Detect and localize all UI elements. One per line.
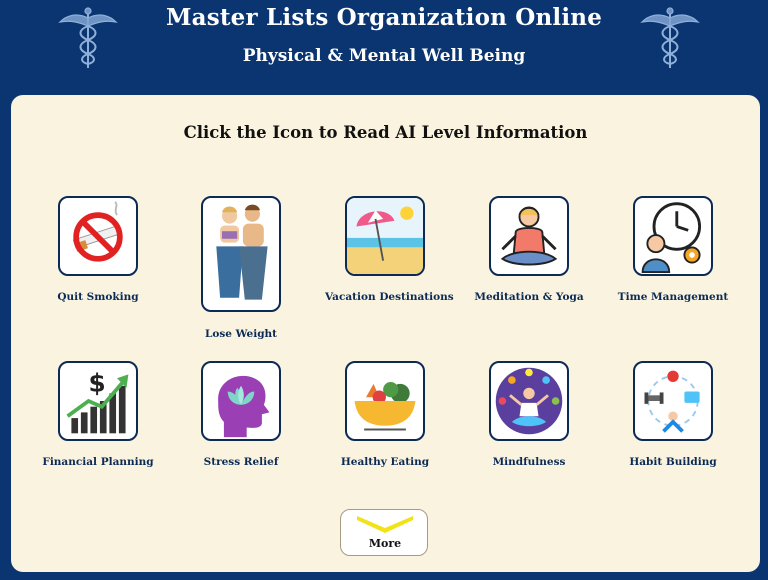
tile-icon-box[interactable] [489, 196, 569, 276]
more-button[interactable]: More [340, 509, 428, 556]
tile-icon-box[interactable]: $ [58, 361, 138, 441]
tile-label: Stress Relief [203, 456, 279, 468]
more-button-label: More [368, 537, 402, 550]
tile-label: Healthy Eating [340, 456, 430, 468]
tile-icon-box[interactable] [633, 361, 713, 441]
tile-mindfulness[interactable]: Mindfulness [469, 361, 589, 468]
tile-healthy-eating[interactable]: Healthy Eating [325, 361, 445, 468]
food-bowl-icon [354, 382, 416, 431]
tile-quit-smoking[interactable]: Quit Smoking [38, 196, 158, 303]
svg-text:$: $ [89, 369, 106, 398]
tile-vacation-destinations[interactable]: Vacation Destinations [325, 196, 454, 303]
clock-gear-icon [641, 202, 702, 274]
head-lotus-icon [218, 375, 270, 438]
dollar-growth-chart-icon: $ [66, 369, 129, 434]
panel-heading: Click the Icon to Read AI Level Informat… [183, 123, 588, 142]
tile-icon-box[interactable] [201, 196, 281, 312]
tile-label: Vacation Destinations [325, 291, 454, 303]
tile-time-management[interactable]: Time Management [613, 196, 733, 303]
tile-icon-box[interactable] [58, 196, 138, 276]
tile-habit-building[interactable]: Habit Building [613, 361, 733, 468]
tile-icon-box[interactable] [345, 361, 425, 441]
tile-icon-box[interactable] [633, 196, 713, 276]
beach-umbrella-icon [347, 198, 423, 274]
content-panel: Click the Icon to Read AI Level Informat… [11, 95, 760, 572]
tile-financial-planning[interactable]: $ Financial Planning [38, 361, 158, 468]
no-smoking-icon [72, 201, 123, 262]
tile-label: Financial Planning [42, 456, 154, 468]
tile-stress-relief[interactable]: Stress Relief [181, 361, 301, 468]
tile-icon-box[interactable] [489, 361, 569, 441]
tile-icon-box[interactable] [201, 361, 281, 441]
tile-lose-weight[interactable]: Lose Weight [181, 196, 301, 340]
weight-loss-icon [216, 204, 268, 300]
mindfulness-icon [495, 367, 563, 435]
site-header: Master Lists Organization Online Physica… [0, 0, 768, 96]
tile-icon-box[interactable] [345, 196, 425, 276]
tile-label: Meditation & Yoga [474, 291, 584, 303]
caduceus-icon [640, 7, 700, 68]
tile-label: Time Management [617, 291, 729, 303]
tile-label: Mindfulness [492, 456, 566, 468]
tile-meditation-yoga[interactable]: Meditation & Yoga [469, 196, 589, 303]
chevron-down-icon [357, 516, 413, 533]
habit-cycle-icon [644, 370, 700, 433]
tile-label: Lose Weight [204, 328, 278, 340]
tile-label: Quit Smoking [57, 291, 139, 303]
tile-label: Habit Building [629, 456, 717, 468]
meditation-icon [500, 206, 558, 266]
